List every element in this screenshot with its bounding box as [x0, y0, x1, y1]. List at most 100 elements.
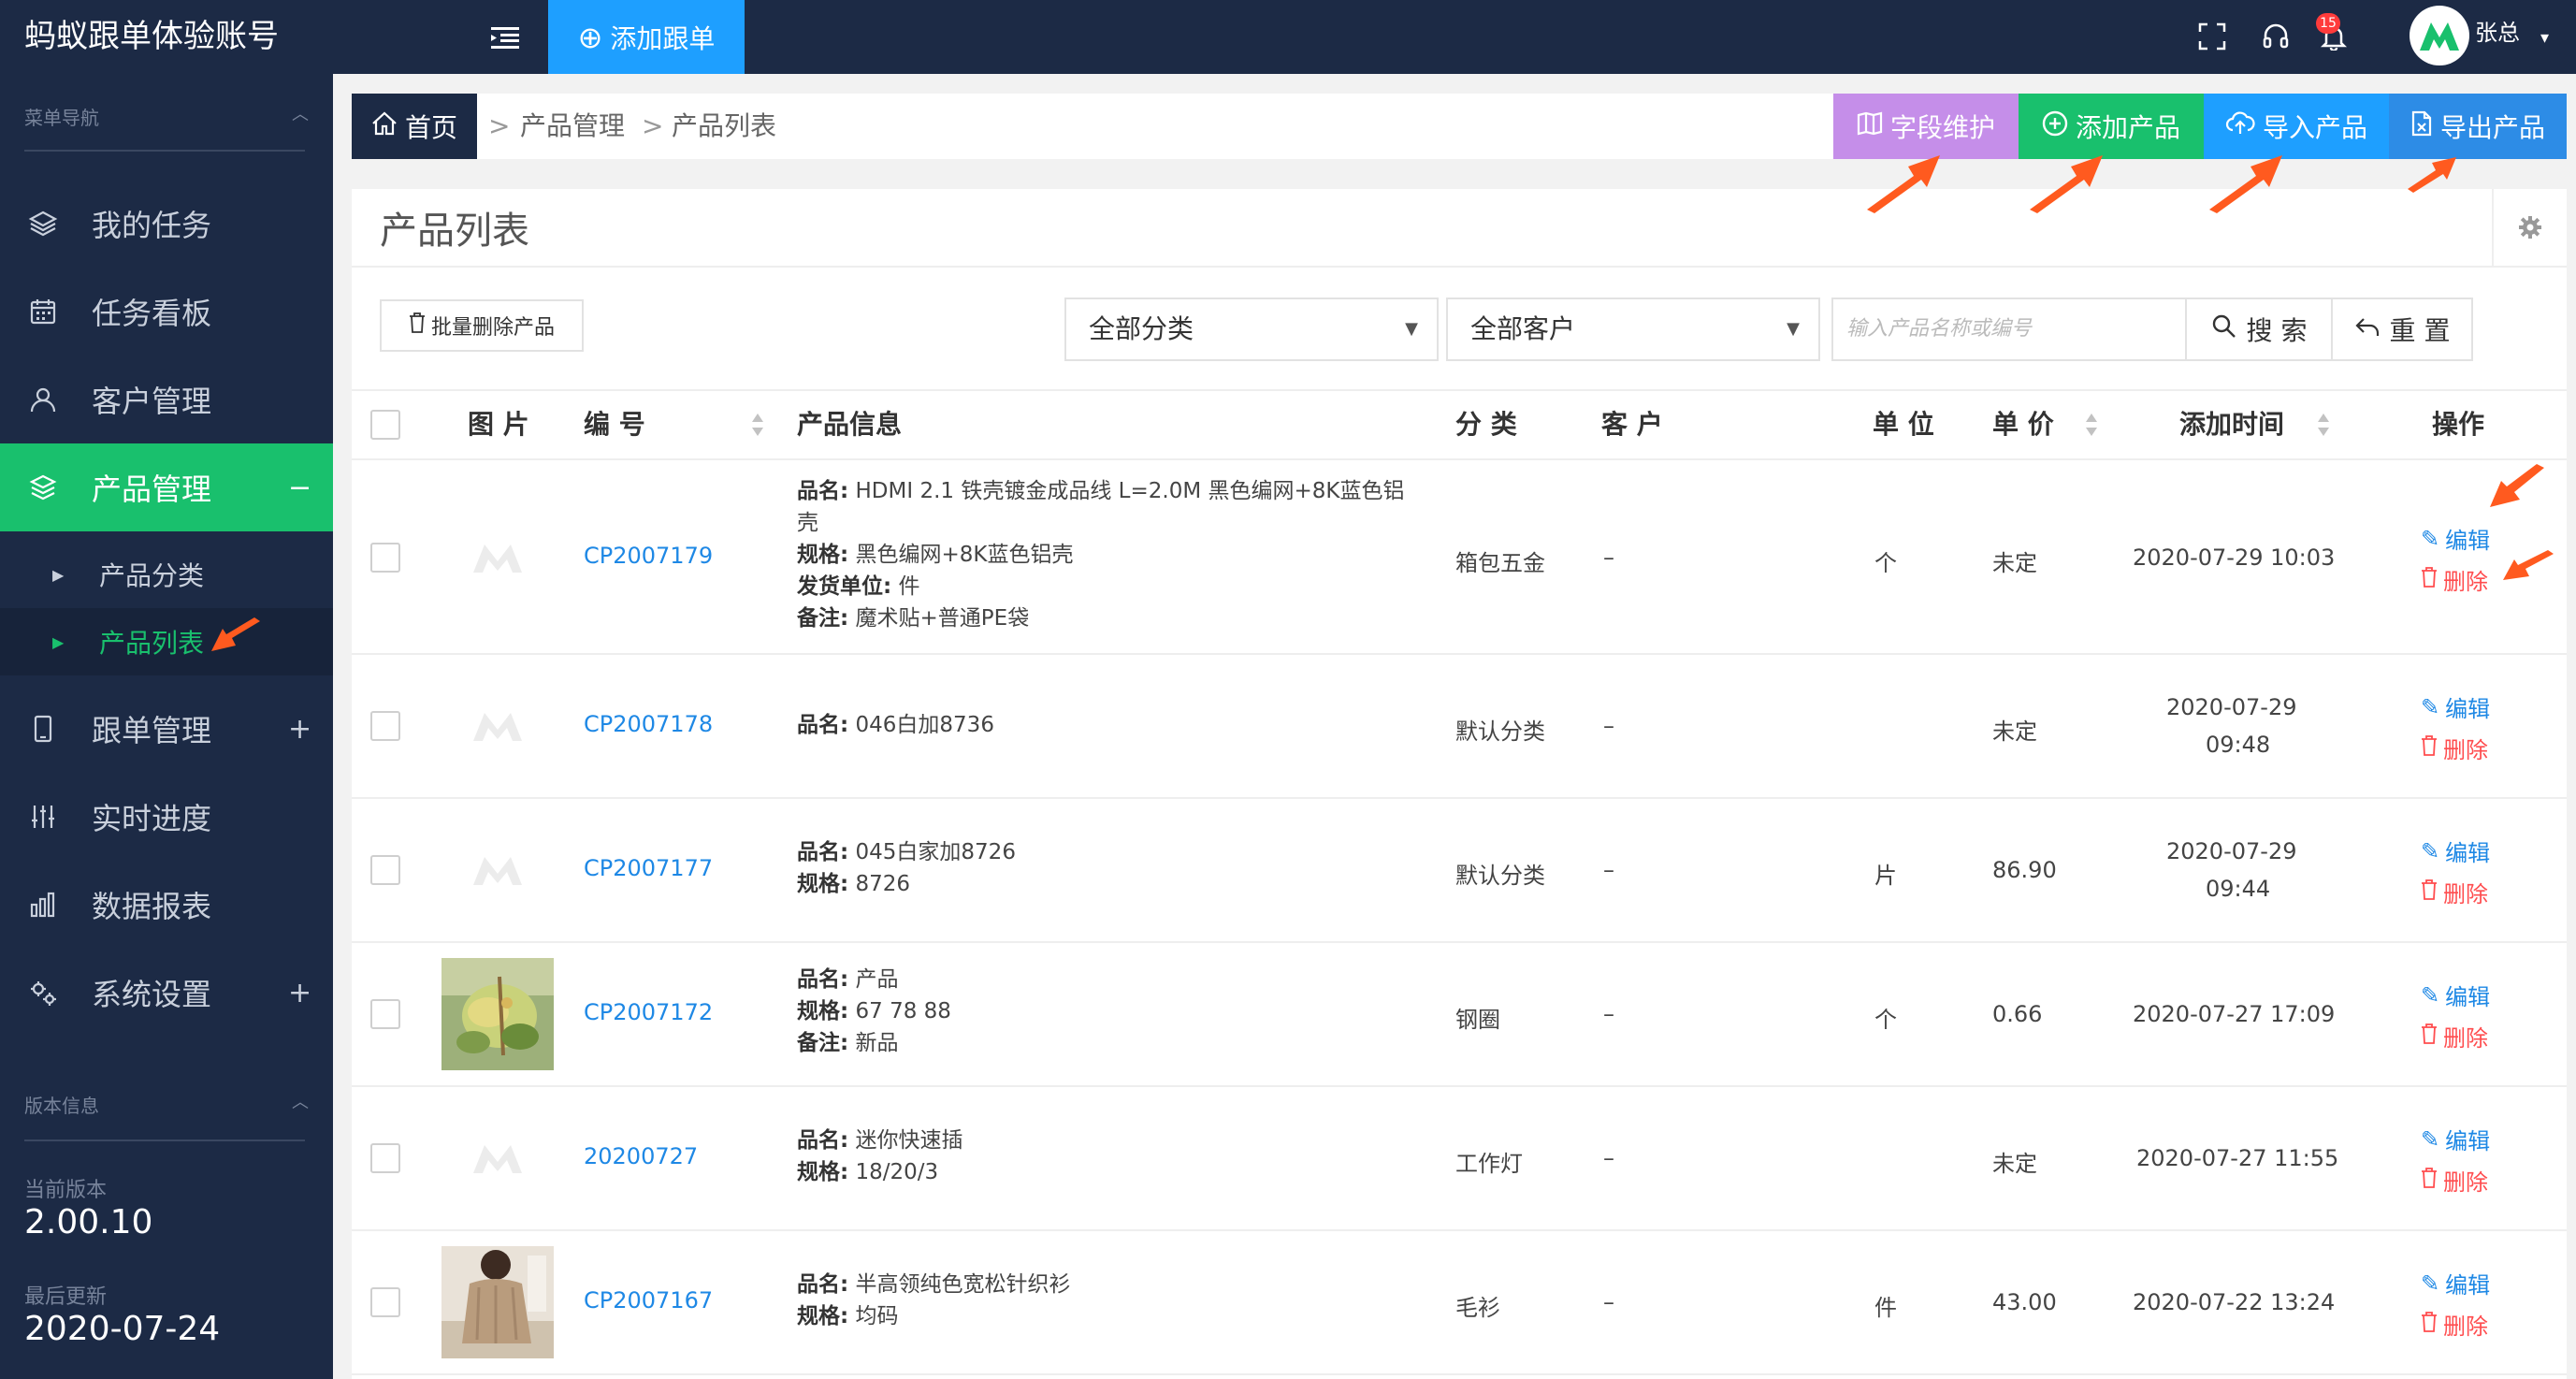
- export-product-button[interactable]: 导出产品: [2389, 94, 2567, 159]
- edit-icon: ✎: [2421, 837, 2440, 864]
- sidebar-item-label: 系统设置: [92, 977, 212, 1012]
- row-checkbox[interactable]: [370, 1287, 400, 1317]
- sidebar-item-progress[interactable]: 实时进度: [0, 773, 333, 861]
- product-name: 迷你快速插: [855, 1128, 963, 1153]
- product-code-link[interactable]: CP2007177: [584, 855, 713, 881]
- edit-label: 编辑: [2445, 840, 2491, 866]
- menu-toggle-icon[interactable]: [485, 17, 526, 58]
- info-label: 品名:: [797, 479, 849, 503]
- search-icon: [2211, 313, 2237, 346]
- chevron-down-icon[interactable]: ▾: [2540, 28, 2549, 48]
- sidebar-subitem-product-category[interactable]: ▶ 产品分类: [0, 541, 333, 608]
- sort-icon[interactable]: [750, 412, 765, 438]
- row-checkbox[interactable]: [370, 999, 400, 1029]
- product-category: 默认分类: [1455, 719, 1545, 745]
- edit-icon: ✎: [2421, 1270, 2440, 1297]
- column-header-code[interactable]: 编 号: [584, 389, 645, 460]
- search-input[interactable]: 输入产品名称或编号: [1831, 298, 2187, 361]
- product-image[interactable]: [441, 958, 554, 1070]
- sidebar-item-customers[interactable]: 客户管理: [0, 356, 333, 443]
- sidebar-item-task-board[interactable]: 任务看板: [0, 268, 333, 356]
- delete-link[interactable]: 删除: [2421, 563, 2488, 596]
- edit-link[interactable]: ✎ 编辑: [2421, 979, 2490, 1011]
- headset-icon[interactable]: [2252, 13, 2299, 60]
- edit-link[interactable]: ✎ 编辑: [2421, 690, 2490, 723]
- delete-link[interactable]: 删除: [2421, 1308, 2488, 1341]
- edit-link[interactable]: ✎ 编辑: [2421, 522, 2490, 555]
- delete-label: 删除: [2443, 1314, 2488, 1340]
- sort-icon[interactable]: [2084, 412, 2099, 438]
- chevron-up-icon[interactable]: ︿: [292, 101, 309, 125]
- expand-icon[interactable]: +: [288, 713, 311, 746]
- info-label: 品名:: [797, 713, 849, 737]
- product-code-link[interactable]: CP2007178: [584, 711, 713, 737]
- column-header-added-time[interactable]: 添加时间: [2179, 389, 2284, 460]
- sidebar-item-orders[interactable]: 跟单管理 +: [0, 685, 333, 773]
- cloud-upload-icon: [2225, 110, 2255, 142]
- sidebar-item-label: 我的任务: [92, 208, 212, 243]
- delete-link[interactable]: 删除: [2421, 1020, 2488, 1052]
- expand-icon[interactable]: +: [288, 977, 311, 1009]
- product-customer: –: [1603, 1145, 1614, 1171]
- info-label: 品名:: [797, 1128, 849, 1153]
- customer-select-value: 全部客户: [1470, 313, 1576, 344]
- avatar[interactable]: [2410, 6, 2469, 65]
- delete-link[interactable]: 删除: [2421, 732, 2488, 764]
- sidebar-item-label: 客户管理: [92, 384, 212, 419]
- trash-icon: [2421, 734, 2438, 762]
- product-code-link[interactable]: CP2007167: [584, 1287, 713, 1314]
- bulk-delete-button[interactable]: 批量删除产品: [380, 299, 584, 352]
- edit-link[interactable]: ✎ 编辑: [2421, 1267, 2490, 1299]
- chevron-up-icon[interactable]: ︿: [292, 1089, 309, 1113]
- category-select-value: 全部分类: [1089, 313, 1194, 344]
- row-checkbox[interactable]: [370, 855, 400, 885]
- product-added-date: 2020-07-29: [2166, 838, 2297, 864]
- sort-icon[interactable]: [2316, 412, 2331, 438]
- caret-right-icon: ▶: [52, 565, 65, 584]
- sidebar-item-my-tasks[interactable]: 我的任务: [0, 180, 333, 268]
- edit-icon: ✎: [2421, 981, 2440, 1009]
- delete-link[interactable]: 删除: [2421, 876, 2488, 908]
- breadcrumb-home[interactable]: 首页: [352, 94, 477, 159]
- user-name[interactable]: 张总: [2475, 0, 2520, 74]
- placeholder-logo-icon: [473, 1145, 522, 1173]
- annotation-arrow-icon: [2490, 464, 2544, 507]
- sidebar-item-products[interactable]: 产品管理 −: [0, 443, 333, 531]
- info-label: 规格:: [797, 872, 849, 896]
- product-code-link[interactable]: CP2007172: [584, 999, 713, 1025]
- import-product-label: 导入产品: [2262, 112, 2367, 143]
- product-note: 魔术贴+普通PE袋: [855, 606, 1030, 631]
- breadcrumb-product-list: 产品列表: [672, 110, 777, 141]
- customer-select[interactable]: 全部客户 ▼: [1446, 298, 1820, 361]
- row-checkbox[interactable]: [370, 1143, 400, 1173]
- select-all-checkbox[interactable]: [370, 410, 400, 440]
- layers-icon: [28, 209, 58, 239]
- product-code-link[interactable]: 20200727: [584, 1143, 698, 1169]
- sidebar-item-reports[interactable]: 数据报表: [0, 861, 333, 949]
- delete-link[interactable]: 删除: [2421, 1164, 2488, 1197]
- info-label: 规格:: [797, 1160, 849, 1184]
- placeholder-logo-icon: [473, 857, 522, 885]
- row-checkbox[interactable]: [370, 711, 400, 741]
- search-button[interactable]: 搜 索: [2185, 298, 2333, 361]
- add-order-button[interactable]: ⊕ 添加跟单: [548, 0, 745, 74]
- product-category: 箱包五金: [1455, 550, 1545, 576]
- reset-button[interactable]: 重 置: [2331, 298, 2473, 361]
- edit-label: 编辑: [2445, 696, 2491, 722]
- gear-icon[interactable]: [2492, 189, 2567, 266]
- product-image[interactable]: [441, 1246, 554, 1358]
- info-label: 品名:: [797, 967, 849, 992]
- fullscreen-icon[interactable]: [2189, 13, 2236, 60]
- product-code-link[interactable]: CP2007179: [584, 543, 713, 569]
- info-label: 规格:: [797, 543, 849, 567]
- category-select[interactable]: 全部分类 ▼: [1064, 298, 1439, 361]
- column-header-price[interactable]: 单 价: [1992, 389, 2054, 460]
- collapse-icon[interactable]: −: [288, 472, 311, 504]
- edit-link[interactable]: ✎ 编辑: [2421, 1123, 2490, 1155]
- sidebar-subitem-product-list[interactable]: ▶ 产品列表: [0, 608, 333, 675]
- edit-link[interactable]: ✎ 编辑: [2421, 835, 2490, 867]
- last-update: 2020-07-24: [24, 1310, 221, 1348]
- row-checkbox[interactable]: [370, 543, 400, 573]
- breadcrumb-product-management[interactable]: 产品管理: [520, 94, 625, 159]
- sidebar-item-settings[interactable]: 系统设置 +: [0, 949, 333, 1037]
